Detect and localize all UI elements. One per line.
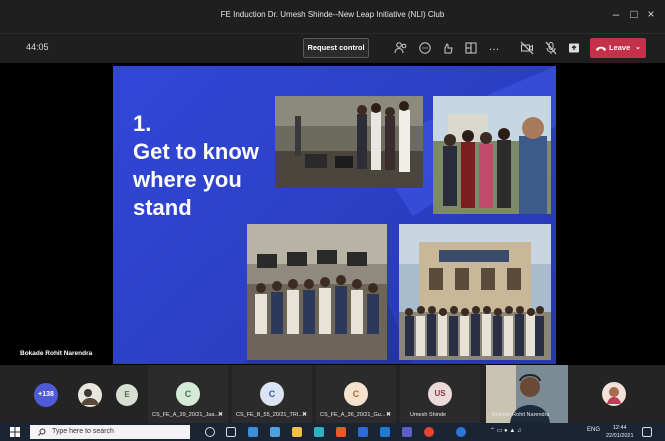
slide-heading: 1. Get to know where you stand bbox=[133, 111, 259, 220]
participant-tile[interactable]: C CS_FE_A_36_20/21_Gu... ✖ bbox=[316, 365, 396, 423]
overflow-count-badge: +138 bbox=[34, 383, 58, 407]
participant-name: Bokade Rohit Narendra bbox=[492, 412, 550, 418]
language-indicator[interactable]: ENG bbox=[587, 427, 600, 433]
taskbar-search-input[interactable]: Type here to search bbox=[30, 425, 190, 439]
participant-name: CS_FE_A_36_20/21_Gu... bbox=[320, 412, 386, 418]
app-icon[interactable] bbox=[358, 427, 368, 437]
rooms-icon[interactable] bbox=[464, 41, 478, 55]
windows-taskbar: Type here to search ⌃ ▭ ● ▲ ♫ ENG 12:44 … bbox=[0, 423, 665, 441]
more-options-icon[interactable]: … bbox=[487, 41, 501, 55]
meeting-toolbar: 44:05 Request control … Leave ⌄ bbox=[0, 33, 665, 63]
participants-icon[interactable] bbox=[394, 41, 408, 55]
mic-off-icon: ✖ bbox=[302, 412, 308, 418]
search-icon bbox=[38, 428, 46, 436]
minimize-icon[interactable]: – bbox=[607, 7, 625, 21]
windows-start-icon[interactable] bbox=[10, 427, 20, 437]
clock-date: 22/01/2021 bbox=[606, 433, 634, 439]
close-icon[interactable]: × bbox=[642, 7, 660, 21]
overflow-participants[interactable]: +138 bbox=[30, 365, 70, 423]
photo-building-group bbox=[399, 224, 551, 360]
tray-icons[interactable]: ⌃ ▭ ● ▲ ♫ bbox=[490, 427, 521, 434]
leave-button[interactable]: Leave ⌄ bbox=[590, 38, 646, 58]
leave-label: Leave bbox=[609, 43, 631, 52]
participant-avatar: C bbox=[260, 382, 284, 406]
participant-avatar: C bbox=[344, 382, 368, 406]
participant-avatar: C bbox=[176, 382, 200, 406]
chrome-app-icon[interactable] bbox=[424, 427, 434, 437]
participant-avatar: E bbox=[116, 384, 138, 406]
participant-video-tile[interactable]: Bokade Rohit Narendra bbox=[486, 365, 568, 423]
share-tray-icon[interactable] bbox=[567, 41, 581, 55]
request-control-button[interactable]: Request control bbox=[303, 38, 369, 58]
mic-off-icon: ✖ bbox=[218, 412, 224, 418]
maximize-icon[interactable]: □ bbox=[625, 7, 643, 21]
participant-name: Umesh Shinde bbox=[410, 412, 447, 418]
photo-lab bbox=[275, 96, 423, 188]
clock-time: 12:44 bbox=[612, 425, 627, 431]
title-bar: FE Induction Dr. Umesh Shinde--New Leap … bbox=[0, 0, 665, 33]
participant-avatar: US bbox=[428, 382, 452, 406]
file-explorer-icon[interactable] bbox=[292, 427, 302, 437]
participant-name: CS_FE_A_39_20/21_Jaa... bbox=[152, 412, 219, 418]
window-title: FE Induction Dr. Umesh Shinde--New Leap … bbox=[220, 10, 445, 19]
task-view-icon[interactable] bbox=[226, 427, 236, 437]
participant-photo-avatar bbox=[602, 382, 626, 406]
photo-computer-lab-group bbox=[247, 224, 387, 360]
participant-tile[interactable]: C CS_FE_A_39_20/21_Jaa... ✖ bbox=[148, 365, 228, 423]
reactions-icon[interactable] bbox=[441, 41, 455, 55]
presenter-name-label: Bokade Rohit Narendra bbox=[20, 350, 93, 357]
chevron-down-icon[interactable]: ⌄ bbox=[635, 38, 641, 58]
chat-icon[interactable] bbox=[418, 41, 432, 55]
camera-off-icon[interactable] bbox=[520, 41, 534, 55]
presentation-slide: 1. Get to know where you stand bbox=[113, 66, 556, 364]
app-icon[interactable] bbox=[314, 427, 324, 437]
notifications-icon[interactable] bbox=[642, 427, 652, 437]
participant-strip: +138 E C CS_FE_A_39_20/21_Jaa... ✖ C CS_… bbox=[0, 365, 665, 423]
participant-tile[interactable] bbox=[596, 365, 632, 423]
photo-group-selfie bbox=[433, 96, 551, 214]
mic-off-icon: ✖ bbox=[386, 412, 392, 418]
participant-tile[interactable]: C CS_FE_B_55_20/21_TRI... ✖ bbox=[232, 365, 312, 423]
edge-app-icon[interactable] bbox=[270, 427, 280, 437]
participant-tile[interactable] bbox=[74, 365, 110, 423]
meeting-timer: 44:05 bbox=[26, 42, 49, 52]
participant-tile[interactable]: US Umesh Shinde bbox=[400, 365, 480, 423]
firefox-app-icon[interactable] bbox=[336, 427, 346, 437]
app-icon[interactable] bbox=[380, 427, 390, 437]
participant-name: CS_FE_B_55_20/21_TRI... bbox=[236, 412, 303, 418]
clock[interactable]: 12:44 22/01/2021 bbox=[606, 424, 634, 440]
teams-app-icon[interactable] bbox=[402, 427, 412, 437]
cortana-icon[interactable] bbox=[205, 427, 215, 437]
phone-hangup-icon bbox=[596, 46, 606, 51]
participant-photo-avatar bbox=[78, 383, 102, 407]
app-icon[interactable] bbox=[456, 427, 466, 437]
mic-off-icon[interactable] bbox=[544, 41, 558, 55]
mail-app-icon[interactable] bbox=[248, 427, 258, 437]
participant-tile[interactable]: E bbox=[112, 365, 142, 423]
